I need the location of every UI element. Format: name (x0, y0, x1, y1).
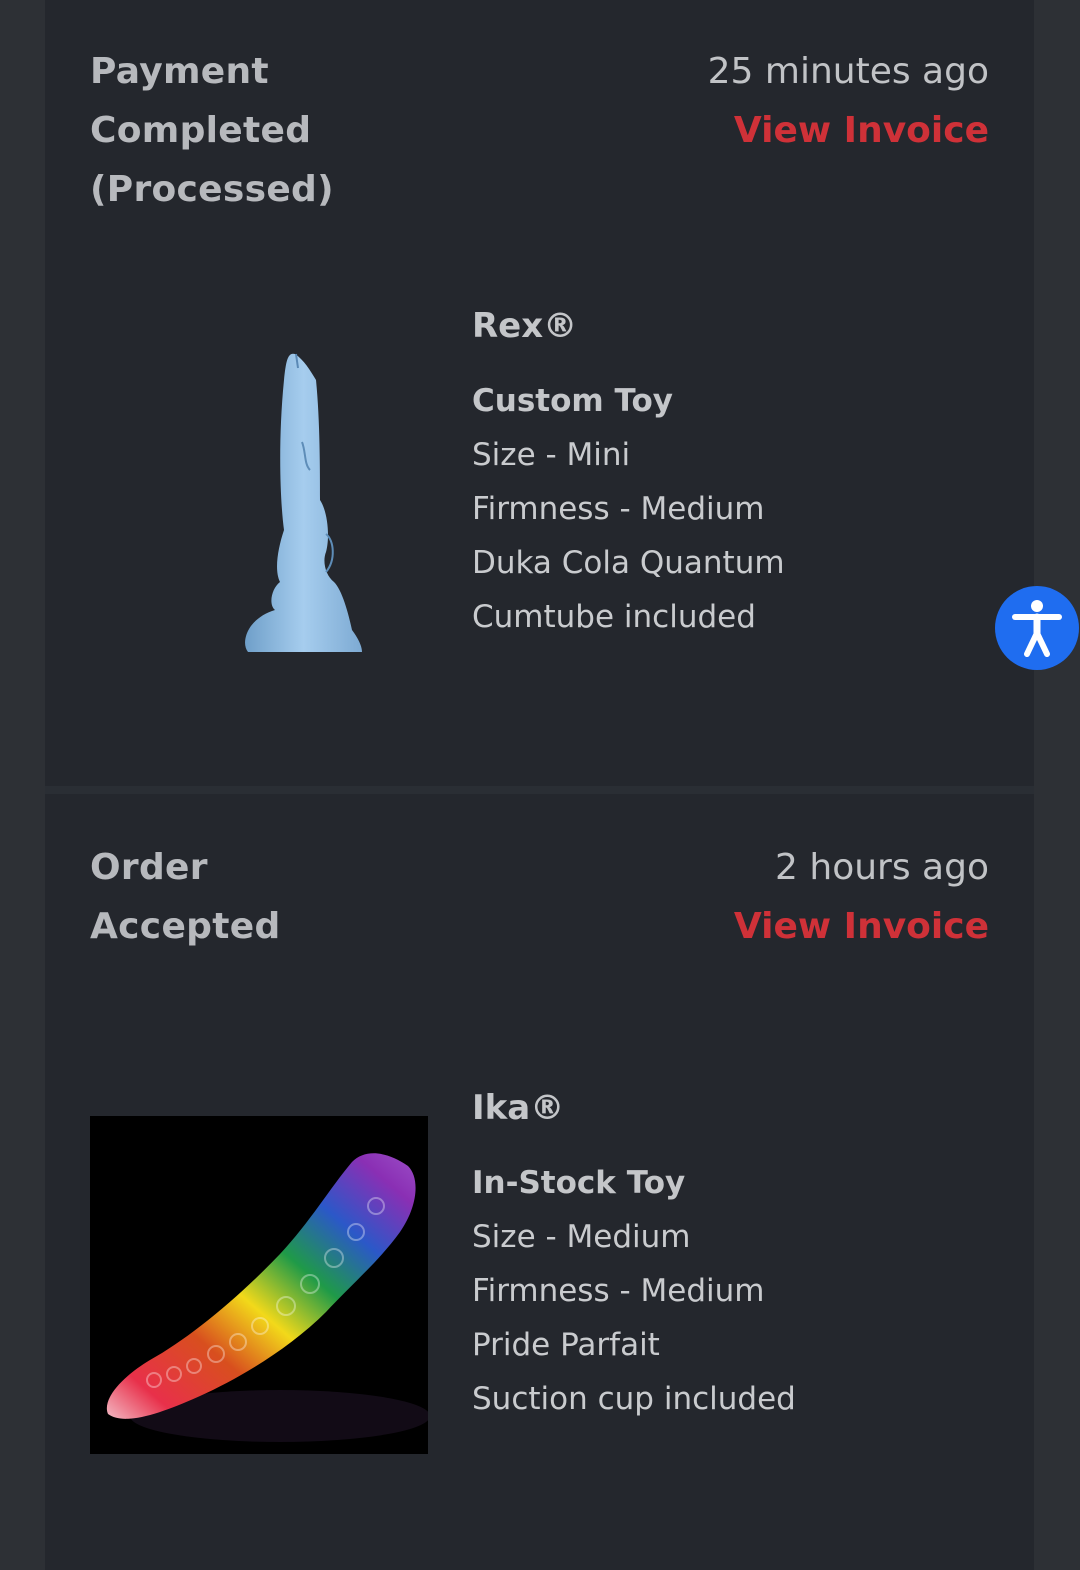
product-spec: Duka Cola Quantum (472, 545, 785, 581)
order-time: 2 hours ago (775, 847, 989, 888)
view-invoice-link[interactable]: View Invoice (734, 897, 989, 956)
product-name: Ika® (472, 1088, 565, 1128)
product-spec: Firmness - Medium (472, 1273, 765, 1309)
accessibility-icon (1012, 600, 1062, 657)
product-name: Rex® (472, 306, 578, 346)
product-spec: Size - Medium (472, 1219, 691, 1255)
view-invoice-link[interactable]: View Invoice (734, 101, 989, 160)
ika-toy-image (106, 1153, 430, 1442)
order-status: Payment Completed (Processed) (90, 51, 334, 210)
product-details: Rex® Custom Toy Size - Mini Firmness - M… (472, 304, 992, 644)
product-image (90, 1116, 430, 1454)
card-divider (45, 786, 1034, 794)
rex-toy-image (245, 353, 362, 652)
order-card: Payment Completed (Processed) 25 minutes… (45, 0, 1034, 786)
order-status: Order Accepted (90, 847, 281, 947)
product-spec: Cumtube included (472, 599, 756, 635)
order-time: 25 minutes ago (707, 51, 989, 92)
order-card: Order Accepted 2 hours ago View Invoice (45, 794, 1034, 1570)
product-details: Ika® In-Stock Toy Size - Medium Firmness… (472, 1086, 992, 1426)
product-type: Custom Toy (472, 383, 674, 419)
product-spec: Firmness - Medium (472, 491, 765, 527)
product-type: In-Stock Toy (472, 1165, 686, 1201)
product-spec: Pride Parfait (472, 1327, 660, 1363)
product-image (90, 320, 428, 658)
product-spec: Size - Mini (472, 437, 631, 473)
order-history-panel: Payment Completed (Processed) 25 minutes… (45, 0, 1034, 1570)
product-spec: Suction cup included (472, 1381, 796, 1417)
accessibility-button[interactable] (995, 586, 1079, 670)
